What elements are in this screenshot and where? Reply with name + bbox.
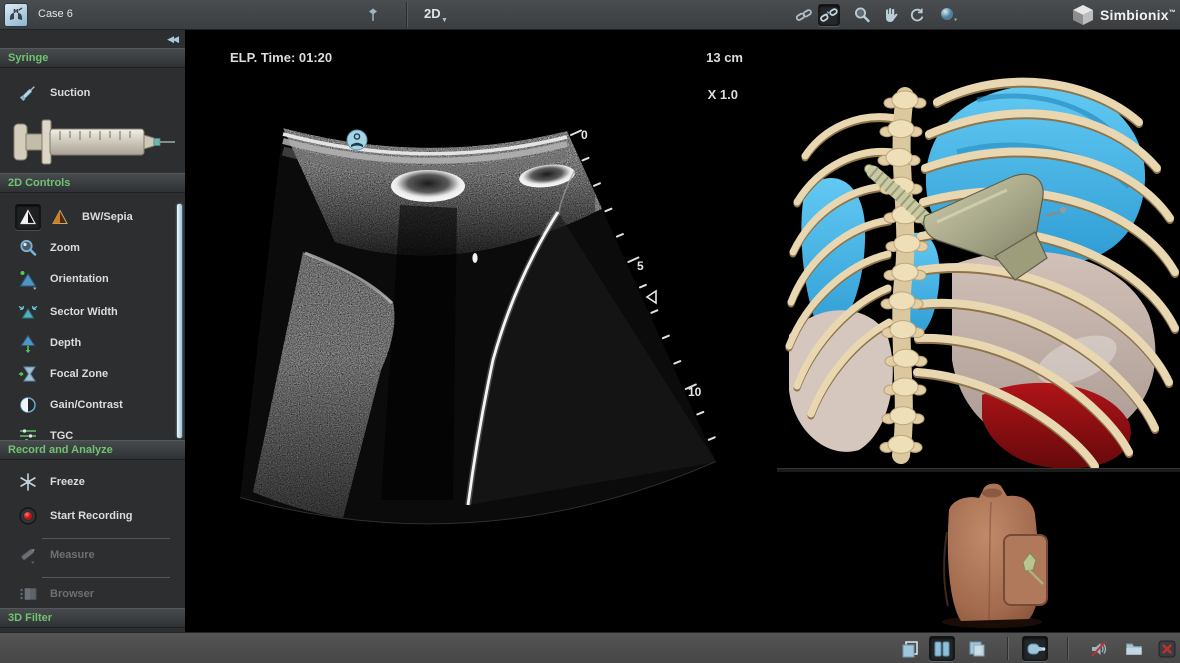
mannequin-view[interactable] [777,472,1180,632]
sidebar-item-label: Orientation [50,273,109,285]
section-header-2d-controls[interactable]: 2D Controls [0,173,185,193]
ruler-label: 10 [688,385,702,399]
toolbar-divider [1007,637,1008,660]
focal-zone-icon [15,361,41,387]
divider [42,538,170,539]
depth-label: 13 cm [615,50,743,65]
close-icon[interactable] [1154,636,1180,661]
sphere-view-icon[interactable] [938,4,960,26]
rotate-icon[interactable] [906,4,928,26]
ruler-label: 5 [637,259,644,273]
ruler-label: 0 [581,128,588,142]
title-bar: Case 6 2D ▼ [0,0,1180,30]
zoom-icon [15,235,41,261]
gain-contrast-icon [15,392,41,418]
sidebar-item-gain-contrast[interactable]: Gain/Contrast [0,390,176,420]
simbionix-logo-icon [1070,3,1096,27]
bw-triangle-icon[interactable] [15,204,41,230]
sidebar-item-sector-width[interactable]: Sector Width [0,297,176,327]
focal-zone-marker[interactable] [647,291,656,303]
sidebar-item-bw-sepia[interactable]: BW/Sepia [0,202,176,232]
pin-icon[interactable] [362,4,384,26]
magnifier-icon[interactable] [851,4,873,26]
sidebar-item-label: Suction [50,87,90,99]
link-icon[interactable] [793,4,815,26]
mode-dropdown[interactable]: 2D [424,6,441,21]
syringe-image [12,116,176,168]
lungs-app-icon [4,3,28,27]
sidebar-item-label: Freeze [50,476,85,488]
syringe-icon [15,80,41,106]
freeze-icon [15,469,41,495]
sidebar-item-label: Focal Zone [50,368,108,380]
3d-anatomy-view[interactable] [777,30,1180,468]
case-label: Case 6 [38,8,73,20]
elapsed-time-label: ELP. Time: 01:20 [230,50,332,65]
magnification-label: X 1.0 [615,87,738,102]
sidebar-item-zoom[interactable]: Zoom [0,233,176,263]
simulator-window: Case 6 2D ▼ [0,0,1180,663]
orientation-icon [15,266,41,292]
sidebar-item-measure[interactable]: Measure [0,540,176,570]
brand-text: Simbionix™ [1100,7,1176,23]
sidebar-item-label: Start Recording [50,510,133,522]
browser-icon [15,581,41,607]
measure-icon [15,542,41,568]
sepia-triangle-icon[interactable] [47,204,73,230]
sidebar-item-depth[interactable]: Depth [0,328,176,358]
pan-hand-icon[interactable] [879,4,901,26]
sidebar-item-label: Zoom [50,242,80,254]
section-header-3d-filter[interactable]: 3D Filter [0,608,185,628]
view-toolbar [0,632,1180,663]
anatomy-render [777,30,1180,468]
layout-overlap-icon[interactable] [964,636,990,661]
collapse-sidebar-button[interactable]: ◀◀ [167,34,177,45]
probe-orientation-icon [347,130,367,150]
sidebar-item-start-recording[interactable]: Start Recording [0,501,176,531]
sidebar-item-orientation[interactable]: Orientation [0,264,176,294]
toolbar-divider [1067,637,1068,660]
sidebar-item-label: Sector Width [50,306,118,318]
ultrasound-view[interactable]: 0 5 10 ELP. Time: 01:20 13 cm X 1.0 [185,30,777,632]
sidebar-item-label: Gain/Contrast [50,399,123,411]
sidebar-item-browser[interactable]: Browser [0,579,176,609]
section-header-record-analyze[interactable]: Record and Analyze [0,440,185,460]
layout-single-icon[interactable] [897,636,923,661]
depth-icon [15,330,41,356]
ultrasound-fan: 0 5 10 [185,30,777,632]
toolbar-divider [406,2,407,28]
sidebar-item-focal-zone[interactable]: Focal Zone [0,359,176,389]
sidebar-item-label: Measure [50,549,95,561]
control-sidebar: ◀◀ Syringe Suction [0,30,185,632]
sector-width-icon [15,299,41,325]
sidebar-item-label: BW/Sepia [82,211,133,223]
mannequin-view-icon[interactable] [1022,636,1048,661]
divider [42,577,170,578]
record-icon [15,503,41,529]
folder-icon[interactable] [1121,636,1147,661]
audio-muted-icon[interactable] [1086,636,1112,661]
unlink-icon[interactable] [818,4,840,26]
sidebar-item-label: Browser [50,588,94,600]
chevron-down-icon: ▼ [441,17,448,24]
section-header-syringe[interactable]: Syringe [0,48,185,68]
sidebar-scrollbar[interactable] [177,204,182,438]
mannequin-render [777,472,1180,632]
sidebar-item-label: Depth [50,337,81,349]
sidebar-item-freeze[interactable]: Freeze [0,467,176,497]
layout-split-icon[interactable] [929,636,955,661]
sidebar-item-suction[interactable]: Suction [0,78,176,108]
